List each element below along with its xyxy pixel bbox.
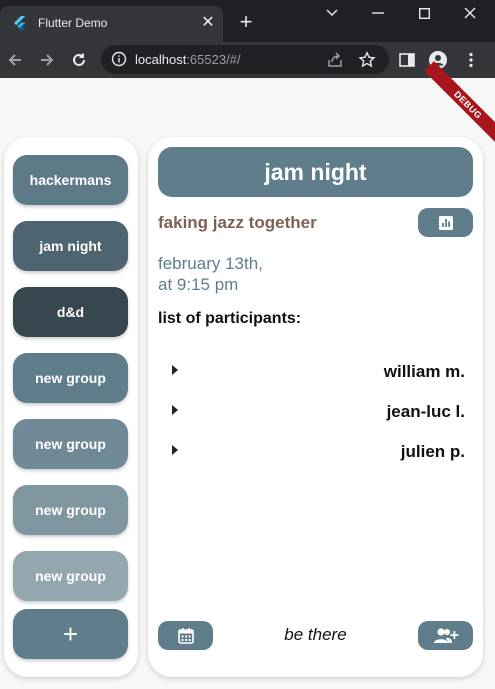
group-button-hackermans[interactable]: hackermans — [13, 155, 128, 205]
person-add-icon — [433, 627, 458, 643]
browser-toolbar: localhost:65523/#/ — [0, 42, 495, 78]
url-text: localhost:65523/#/ — [135, 52, 241, 67]
participant-name: julien p. — [400, 442, 465, 461]
participant-row[interactable]: william m. — [158, 357, 465, 385]
chevron-down-icon[interactable] — [309, 0, 355, 26]
participants-heading: list of participants: — [158, 310, 302, 327]
rsvp-text: be there — [284, 625, 347, 644]
group-sidebar: hackermans jam night d&d new group new g… — [4, 137, 138, 677]
new-tab-icon[interactable]: + — [234, 10, 258, 34]
forward-icon[interactable] — [35, 48, 59, 72]
expand-arrow-icon[interactable] — [172, 405, 178, 415]
info-icon[interactable] — [111, 51, 127, 67]
browser-titlebar: Flutter Demo ✕ + — [0, 0, 495, 42]
menu-icon[interactable] — [462, 51, 480, 69]
group-detail-card: jam night faking jazz together february … — [148, 137, 483, 677]
maximize-icon[interactable] — [401, 0, 447, 26]
bar-chart-icon — [438, 215, 453, 230]
side-panel-icon[interactable] — [398, 51, 416, 69]
group-button-new-group[interactable]: new group — [13, 419, 128, 469]
participant-name: william m. — [383, 362, 465, 381]
back-icon[interactable] — [3, 48, 27, 72]
reload-icon[interactable] — [67, 48, 91, 72]
group-button-dnd[interactable]: d&d — [13, 287, 128, 337]
group-button-new-group[interactable]: new group — [13, 485, 128, 535]
flutter-icon — [14, 16, 26, 30]
minimize-icon[interactable] — [355, 0, 401, 26]
group-button-new-group[interactable]: new group — [13, 551, 128, 601]
browser-tab[interactable]: Flutter Demo ✕ — [0, 6, 223, 42]
calendar-button[interactable] — [158, 621, 213, 650]
share-icon[interactable] — [326, 51, 344, 69]
group-button-new-group[interactable]: new group — [13, 353, 128, 403]
page-title: jam night — [158, 147, 473, 197]
address-bar[interactable]: localhost:65523/#/ — [101, 45, 389, 74]
close-tab-icon[interactable]: ✕ — [199, 14, 217, 32]
expand-arrow-icon[interactable] — [172, 445, 178, 455]
tab-title: Flutter Demo — [38, 16, 108, 30]
group-button-jam-night[interactable]: jam night — [13, 221, 128, 271]
add-group-button[interactable]: + — [13, 609, 128, 659]
participant-row[interactable]: julien p. — [158, 437, 465, 465]
add-participant-button[interactable] — [418, 621, 473, 650]
expand-arrow-icon[interactable] — [172, 365, 178, 375]
participant-row[interactable]: jean-luc l. — [158, 397, 465, 425]
participant-name: jean-luc l. — [386, 402, 465, 421]
close-window-icon[interactable] — [447, 0, 493, 26]
app-viewport: DEBUG hackermans jam night d&d new group… — [0, 61, 495, 689]
stats-button[interactable] — [418, 208, 473, 237]
calendar-icon — [177, 627, 194, 644]
group-subtitle: faking jazz together — [158, 213, 317, 232]
star-icon[interactable] — [358, 51, 376, 69]
event-date: february 13th, at 9:15 pm — [158, 254, 263, 294]
